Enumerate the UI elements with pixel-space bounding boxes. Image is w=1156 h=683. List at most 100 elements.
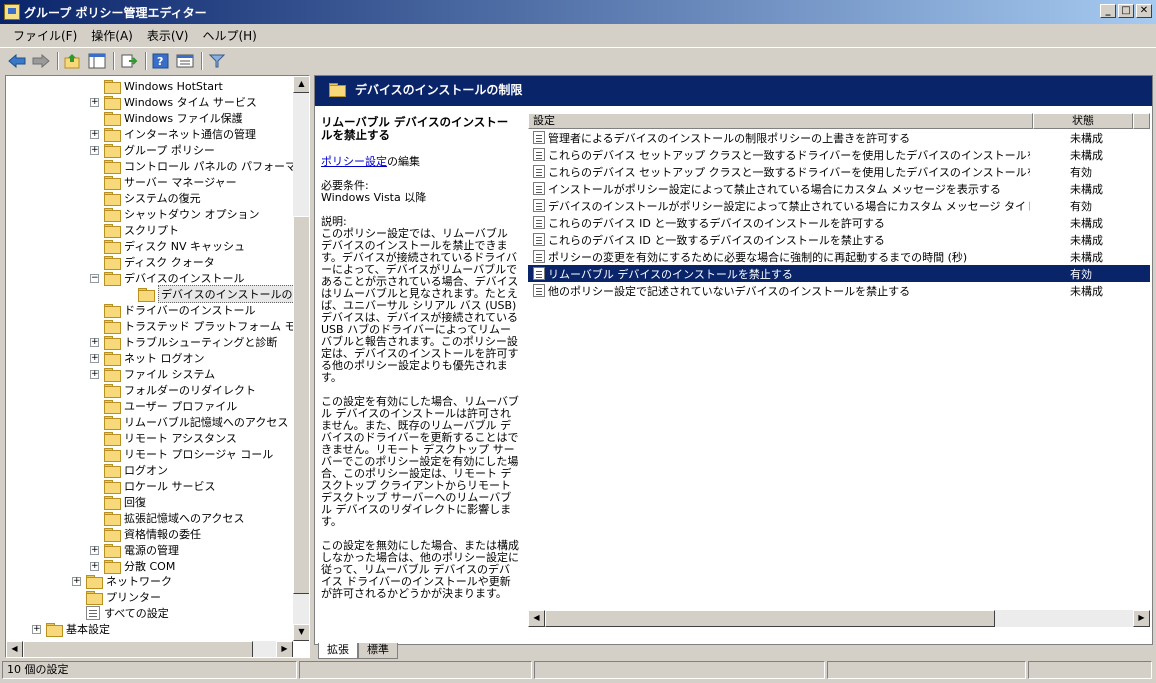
column-header-extra: [1133, 113, 1150, 129]
details-header: デバイスのインストールの制限: [315, 76, 1152, 102]
expand-toggle[interactable]: +: [90, 369, 99, 379]
column-header-setting[interactable]: 設定: [528, 113, 1033, 129]
collapse-toggle[interactable]: −: [90, 273, 99, 283]
forward-button[interactable]: [30, 51, 52, 71]
list-horizontal-scrollbar[interactable]: ◀ ▶: [528, 610, 1150, 627]
filter-button[interactable]: [206, 51, 228, 71]
tree-item[interactable]: ディスク NV キャッシュ: [90, 238, 245, 254]
tree-item[interactable]: − デバイスのインストール: [90, 270, 244, 286]
tree-item[interactable]: + Windows タイム サービス: [90, 94, 257, 110]
edit-policy-link[interactable]: ポリシー設定: [321, 155, 387, 168]
tree-item[interactable]: シャットダウン オプション: [90, 206, 260, 222]
scroll-thumb[interactable]: [293, 216, 309, 594]
expand-toggle[interactable]: +: [72, 576, 81, 586]
tree-item[interactable]: デバイスのインストールの制限: [124, 285, 309, 303]
show-hide-tree-button[interactable]: [86, 51, 108, 71]
close-button[interactable]: ✕: [1136, 4, 1152, 18]
tree-item[interactable]: + トラブルシューティングと診断: [90, 334, 277, 350]
menu-action[interactable]: 操作(A): [84, 27, 140, 44]
column-header-state[interactable]: 状態: [1033, 113, 1133, 129]
setting-row[interactable]: デバイスのインストールがポリシー設定によって禁止されている場合にカスタム メッセ…: [528, 197, 1150, 214]
tree-item-label: デバイスのインストールの制限: [158, 285, 309, 303]
menu-file[interactable]: ファイル(F): [6, 27, 84, 44]
tab-standard[interactable]: 標準: [358, 643, 398, 659]
tree-item[interactable]: スクリプト: [90, 222, 179, 238]
tree-item[interactable]: + インターネット通信の管理: [90, 126, 256, 142]
setting-row[interactable]: これらのデバイス ID と一致するデバイスのインストールを許可する 未構成: [528, 214, 1150, 231]
tree-item-network[interactable]: + ネットワーク: [72, 573, 172, 589]
properties-button[interactable]: [174, 51, 196, 71]
tree-item[interactable]: フォルダーのリダイレクト: [90, 382, 256, 398]
setting-name: デバイスのインストールがポリシー設定によって禁止されている場合にカスタム メッセ…: [548, 199, 1030, 213]
tree-item[interactable]: ユーザー プロファイル: [90, 398, 237, 414]
setting-name: インストールがポリシー設定によって禁止されている場合にカスタム メッセージを表示…: [548, 182, 1001, 196]
scroll-down-button[interactable]: ▼: [293, 624, 309, 641]
setting-row[interactable]: ポリシーの変更を有効にするために必要な場合に強制的に再起動するまでの時間 (秒)…: [528, 248, 1150, 265]
folder-icon: [104, 368, 121, 382]
tree-item[interactable]: サーバー マネージャー: [90, 174, 237, 190]
tree-item[interactable]: 拡張記憶域へのアクセス: [90, 510, 244, 526]
expand-toggle[interactable]: +: [90, 337, 99, 347]
expand-toggle[interactable]: +: [90, 145, 99, 155]
tree-item[interactable]: + 分散 COM: [90, 558, 175, 574]
tree-item[interactable]: + グループ ポリシー: [90, 142, 215, 158]
tree-horizontal-scrollbar[interactable]: ◀ ▶: [6, 641, 293, 657]
setting-row[interactable]: インストールがポリシー設定によって禁止されている場合にカスタム メッセージを表示…: [528, 180, 1150, 197]
minimize-button[interactable]: _: [1100, 4, 1116, 18]
export-list-button[interactable]: [118, 51, 140, 71]
setting-row[interactable]: 他のポリシー設定で記述されていないデバイスのインストールを禁止する 未構成: [528, 282, 1150, 299]
tree-item[interactable]: + ネット ログオン: [90, 350, 205, 366]
expand-toggle[interactable]: +: [90, 561, 99, 571]
help-button[interactable]: ?: [150, 51, 172, 71]
folder-icon: [104, 112, 121, 126]
setting-row[interactable]: これらのデバイス ID と一致するデバイスのインストールを禁止する 未構成: [528, 231, 1150, 248]
tree-item[interactable]: ログオン: [90, 462, 168, 478]
up-folder-icon: [64, 53, 80, 68]
scroll-right-button[interactable]: ▶: [276, 641, 293, 657]
expand-toggle[interactable]: +: [90, 353, 99, 363]
tree-vertical-scrollbar[interactable]: ▲ ▼: [293, 76, 309, 641]
tree-item-label: Windows HotStart: [124, 79, 223, 93]
tree-item[interactable]: コントロール パネルの パフォーマンス: [90, 158, 309, 174]
tree-item[interactable]: リモート アシスタンス: [90, 430, 237, 446]
expand-toggle[interactable]: +: [90, 97, 99, 107]
menu-view[interactable]: 表示(V): [140, 27, 196, 44]
status-cell: [298, 661, 533, 679]
tree-item[interactable]: + 電源の管理: [90, 542, 179, 558]
tree-item[interactable]: リモート プロシージャ コール: [90, 446, 273, 462]
tree-item[interactable]: ディスク クォータ: [90, 254, 215, 270]
scroll-up-button[interactable]: ▲: [293, 76, 309, 93]
setting-row[interactable]: これらのデバイス セットアップ クラスと一致するドライバーを使用したデバイスのイ…: [528, 146, 1150, 163]
scroll-left-button[interactable]: ◀: [6, 641, 23, 657]
setting-row[interactable]: これらのデバイス セットアップ クラスと一致するドライバーを使用したデバイスのイ…: [528, 163, 1150, 180]
scroll-thumb[interactable]: [23, 641, 253, 657]
scroll-thumb[interactable]: [545, 610, 995, 627]
tree-item-printer[interactable]: プリンター: [72, 589, 161, 605]
tree-item[interactable]: 資格情報の委任: [90, 526, 201, 542]
up-folder-button[interactable]: [62, 51, 84, 71]
expand-toggle[interactable]: +: [32, 624, 41, 634]
tree-item[interactable]: 回復: [90, 494, 146, 510]
setting-row[interactable]: リムーバブル デバイスのインストールを禁止する 有効: [528, 265, 1150, 282]
setting-state: 未構成: [1070, 148, 1103, 162]
expand-toggle[interactable]: +: [90, 129, 99, 139]
tree-item-all-settings[interactable]: すべての設定: [72, 605, 169, 621]
tree-item[interactable]: ドライバーのインストール: [90, 302, 256, 318]
tree-item[interactable]: ロケール サービス: [90, 478, 216, 494]
tree-item[interactable]: Windows ファイル保護: [90, 110, 243, 126]
tree-item[interactable]: + ファイル システム: [90, 366, 215, 382]
tree-item-basic-settings[interactable]: + 基本設定: [32, 621, 110, 637]
maximize-button[interactable]: □: [1118, 4, 1134, 18]
tab-extended[interactable]: 拡張: [318, 643, 358, 659]
back-button[interactable]: [6, 51, 28, 71]
tree-item[interactable]: リムーバブル記憶域へのアクセス: [90, 414, 288, 430]
menu-help[interactable]: ヘルプ(H): [195, 27, 263, 44]
tree-item[interactable]: Windows HotStart: [90, 78, 223, 94]
setting-row[interactable]: 管理者によるデバイスのインストールの制限ポリシーの上書きを許可する 未構成: [528, 129, 1150, 146]
tree-item[interactable]: トラステッド プラットフォーム モジュール: [90, 318, 309, 334]
scroll-left-button[interactable]: ◀: [528, 610, 545, 627]
expand-toggle[interactable]: +: [90, 545, 99, 555]
scroll-right-button[interactable]: ▶: [1133, 610, 1150, 627]
tree-item[interactable]: システムの復元: [90, 190, 201, 206]
setting-state: 未構成: [1070, 131, 1103, 145]
